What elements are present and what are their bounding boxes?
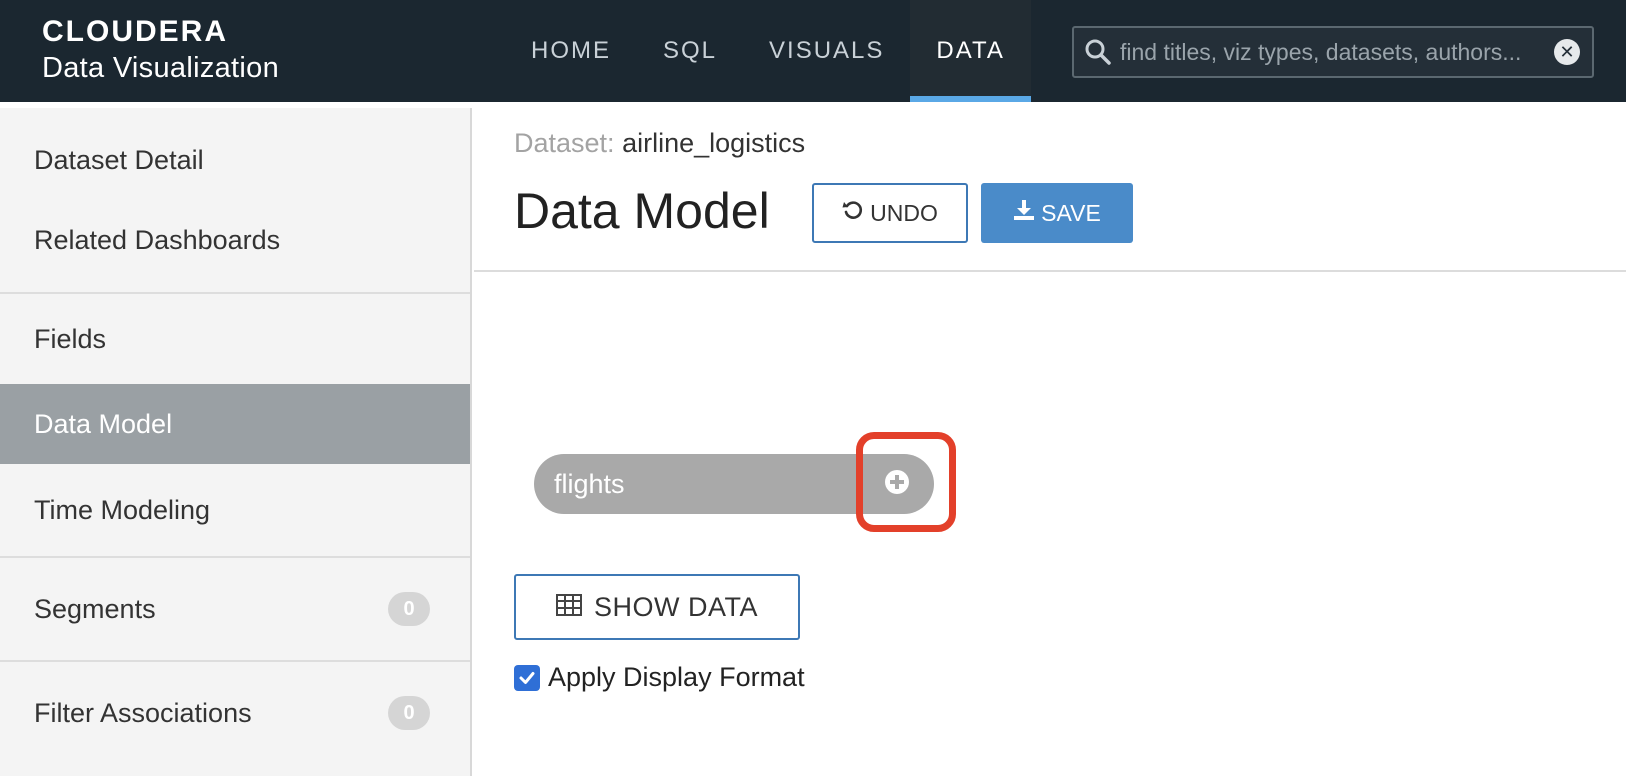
save-button[interactable]: SAVE: [981, 183, 1133, 243]
search-box: ✕: [1072, 26, 1594, 78]
save-label: SAVE: [1041, 199, 1101, 226]
table-icon: [556, 592, 582, 623]
dataset-name: airline_logistics: [622, 128, 806, 158]
search-input[interactable]: [1112, 38, 1548, 66]
sidebar-item-fields[interactable]: Fields: [0, 294, 470, 384]
main-content: Dataset: airline_logistics Data Model UN…: [474, 108, 1626, 776]
main-nav: HOME SQL VISUALS DATA: [505, 0, 1032, 102]
segments-count-badge: 0: [388, 592, 430, 626]
nav-data[interactable]: DATA: [910, 0, 1032, 102]
page-title: Data Model: [514, 183, 770, 239]
breadcrumb: Dataset: airline_logistics: [514, 128, 805, 159]
brand[interactable]: CLOUDERA Data Visualization: [42, 14, 279, 86]
undo-label: UNDO: [870, 199, 938, 226]
sidebar-group-filters: Filter Associations 0: [0, 662, 470, 764]
sidebar-group-segments: Segments 0: [0, 558, 470, 662]
sidebar-group-dataset: Dataset Detail Related Dashboards: [0, 108, 470, 294]
sidebar-group-model: Fields Data Model Time Modeling: [0, 294, 470, 558]
undo-icon: [842, 199, 864, 227]
apply-display-format: Apply Display Format: [514, 662, 805, 693]
sidebar-item-related-dashboards[interactable]: Related Dashboards: [0, 200, 470, 280]
sidebar-item-label: Segments: [34, 593, 156, 624]
sidebar-item-label: Filter Associations: [34, 697, 252, 728]
sidebar-item-time-modeling[interactable]: Time Modeling: [0, 464, 470, 556]
filter-associations-count-badge: 0: [388, 696, 430, 730]
download-icon: [1013, 199, 1035, 227]
show-data-button[interactable]: SHOW DATA: [514, 574, 800, 640]
header-divider: [474, 270, 1626, 272]
sidebar-item-label: Related Dashboards: [34, 224, 281, 255]
nav-home[interactable]: HOME: [505, 0, 637, 102]
apply-display-format-checkbox[interactable]: [514, 664, 540, 691]
clear-search-icon[interactable]: ✕: [1554, 39, 1580, 65]
sidebar-item-data-model[interactable]: Data Model: [0, 384, 470, 464]
search-icon: [1084, 38, 1112, 66]
dataset-label: Dataset:: [514, 128, 615, 158]
sidebar: Dataset Detail Related Dashboards Fields…: [0, 108, 472, 776]
sidebar-item-label: Data Model: [34, 408, 173, 439]
sidebar-item-label: Fields: [34, 323, 107, 354]
table-node-label: flights: [554, 468, 625, 499]
brand-product-name: Data Visualization: [42, 52, 280, 84]
apply-display-format-label[interactable]: Apply Display Format: [548, 662, 805, 693]
sidebar-item-filter-associations[interactable]: Filter Associations 0: [0, 662, 470, 764]
brand-logo: CLOUDERA: [42, 15, 228, 48]
sidebar-item-segments[interactable]: Segments 0: [0, 558, 470, 660]
undo-button[interactable]: UNDO: [812, 183, 968, 243]
nav-visuals[interactable]: VISUALS: [743, 0, 910, 102]
sidebar-item-label: Dataset Detail: [34, 144, 204, 175]
show-data-label: SHOW DATA: [594, 591, 758, 622]
top-navbar: CLOUDERA Data Visualization HOME SQL VIS…: [0, 0, 1626, 102]
sidebar-item-label: Time Modeling: [34, 494, 211, 525]
highlight-annotation: [856, 432, 956, 532]
nav-sql[interactable]: SQL: [637, 0, 743, 102]
sidebar-item-dataset-detail[interactable]: Dataset Detail: [0, 120, 470, 200]
